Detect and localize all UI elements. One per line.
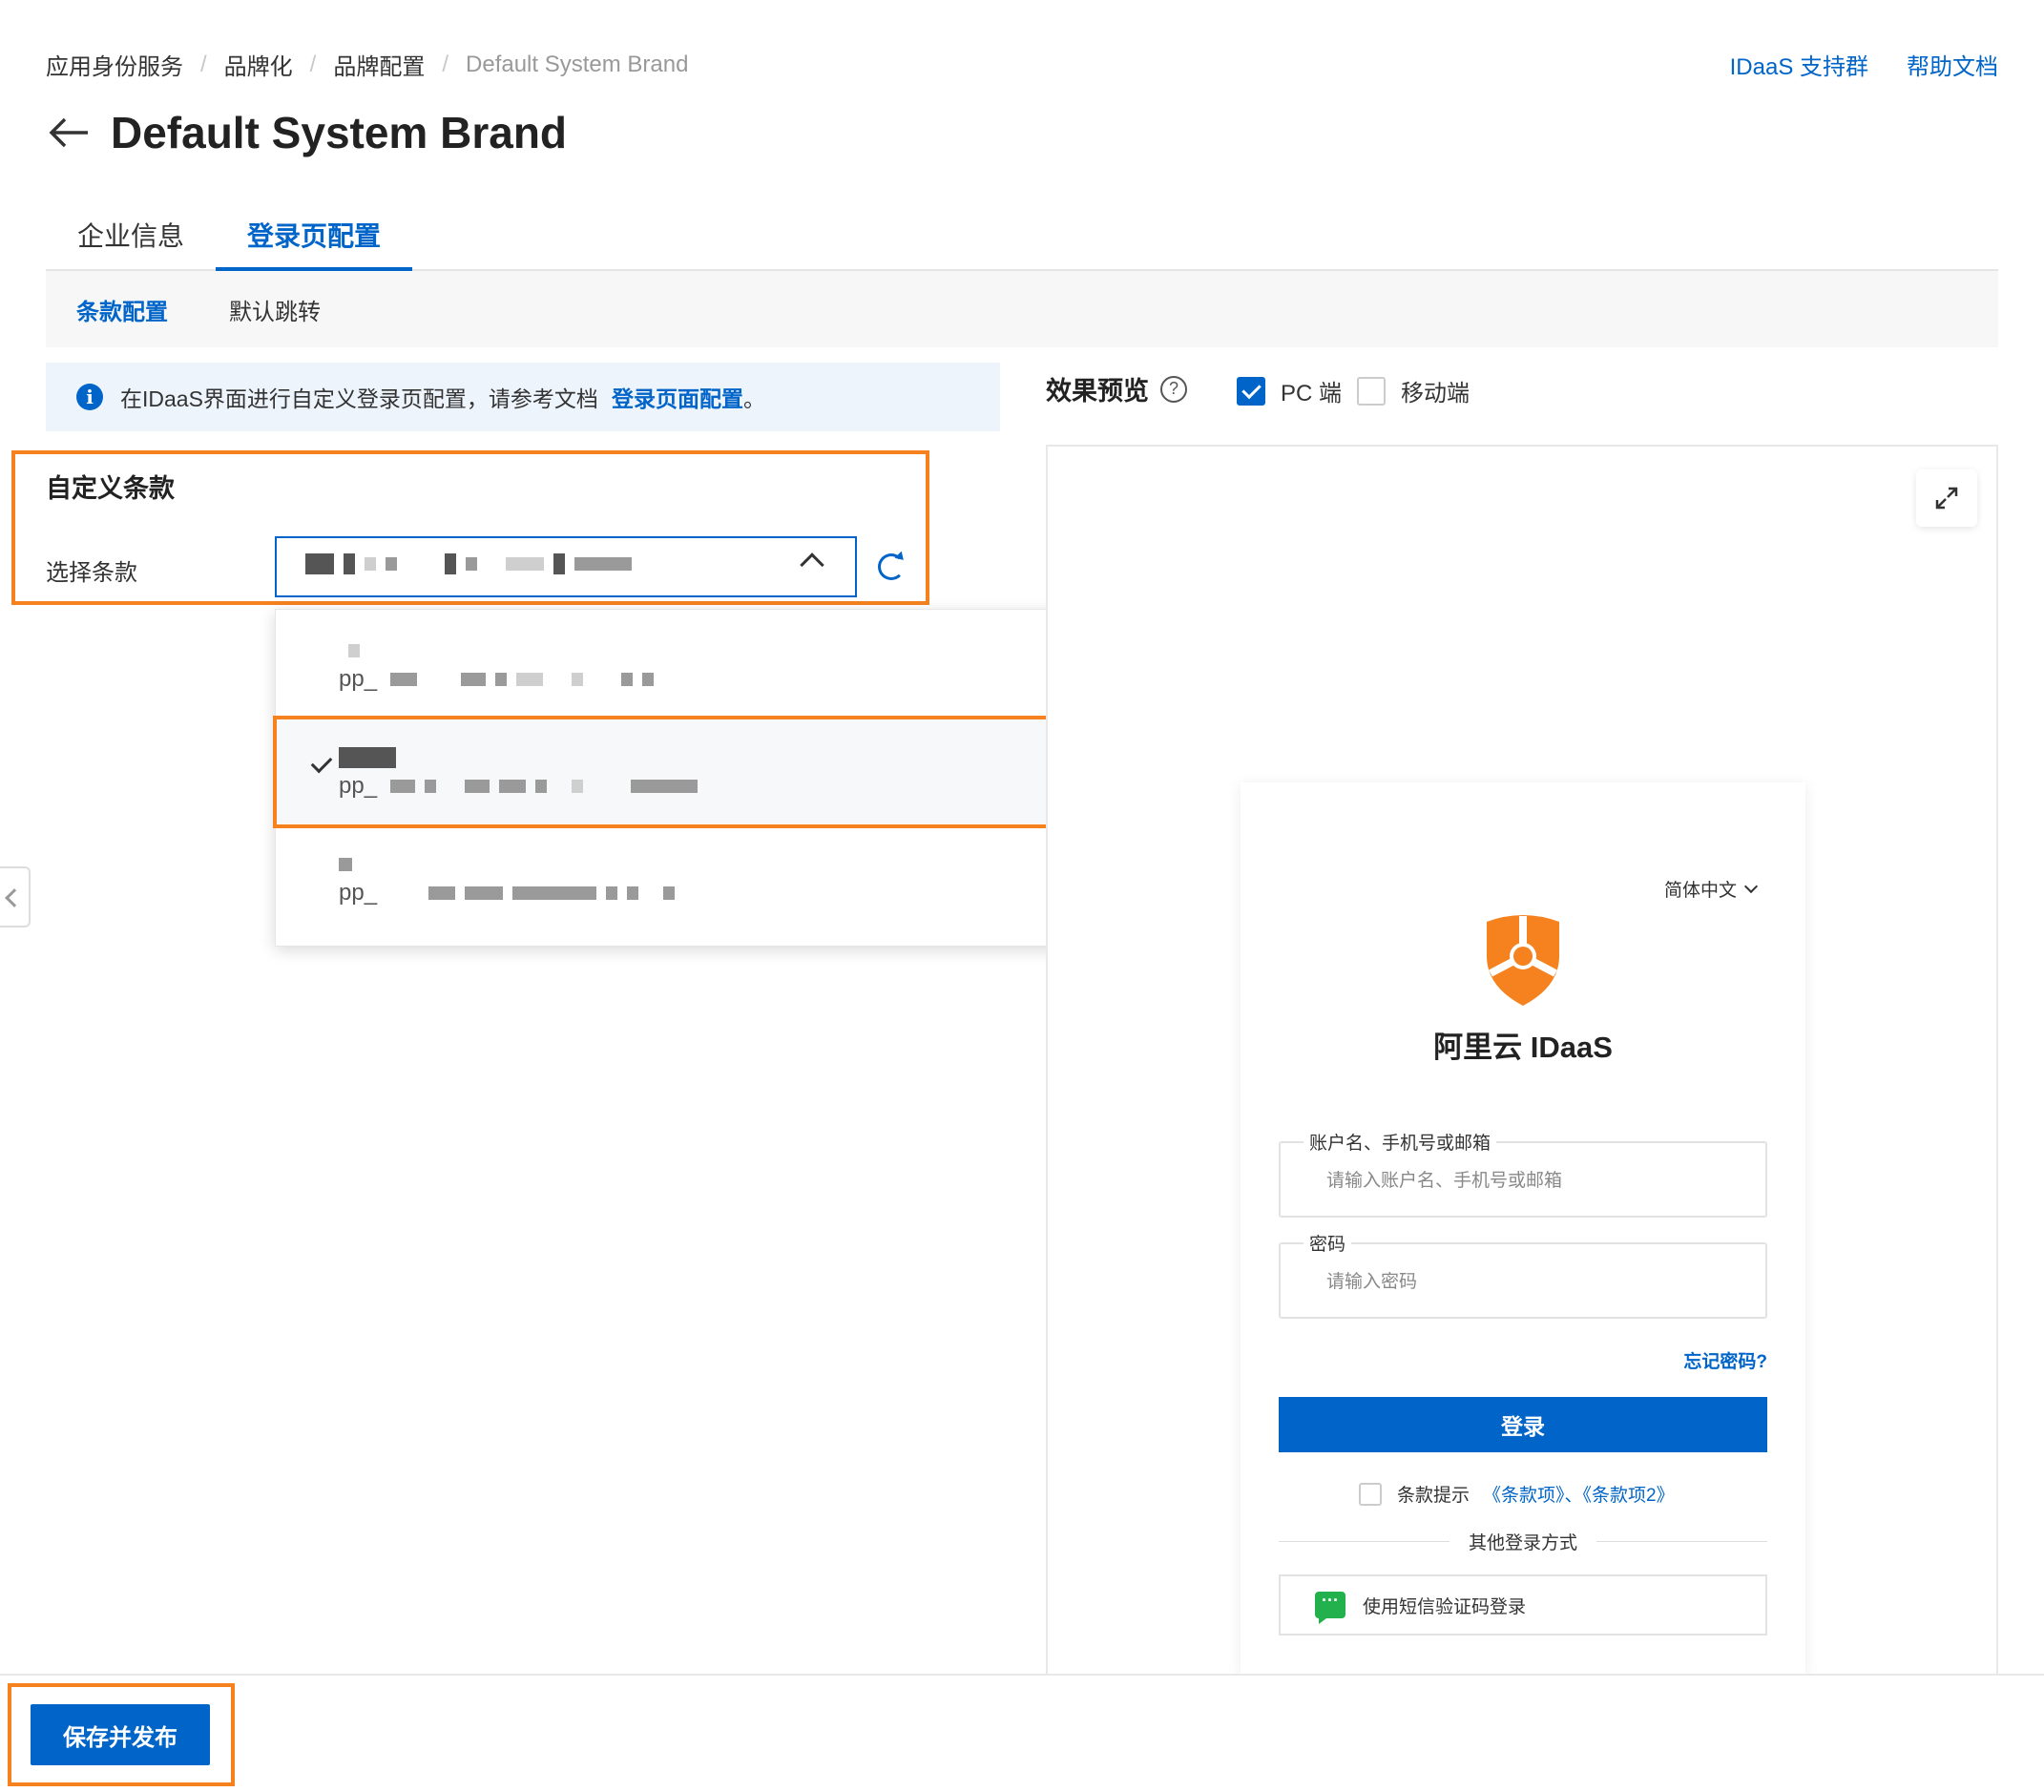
mobile-checkbox[interactable] xyxy=(1357,376,1387,406)
info-icon: i xyxy=(76,384,103,410)
question-circle-icon[interactable]: ? xyxy=(1160,375,1187,403)
page-title: Default System Brand xyxy=(111,108,568,157)
password-label: 密码 xyxy=(1304,1230,1352,1256)
chevron-left-icon xyxy=(5,888,24,907)
breadcrumb-item-current: Default System Brand xyxy=(466,51,689,77)
sub-tabs: 条款配置 默认跳转 xyxy=(46,271,1998,347)
subtab-terms-config[interactable]: 条款配置 xyxy=(76,293,168,326)
help-docs-link[interactable]: 帮助文档 xyxy=(1907,48,1998,81)
tab-enterprise-info[interactable]: 企业信息 xyxy=(46,202,216,271)
breadcrumb-item-brand-config[interactable]: 品牌配置 xyxy=(333,48,425,81)
breadcrumb-item-app-identity[interactable]: 应用身份服务 xyxy=(46,48,183,81)
highlight-custom-terms xyxy=(11,450,929,605)
collapse-sidebar-handle[interactable] xyxy=(0,866,31,927)
breadcrumb-separator: / xyxy=(442,51,449,77)
chevron-down-icon xyxy=(1743,879,1759,893)
main-tabs: 企业信息 登录页配置 xyxy=(46,202,1998,271)
preview-title: 效果预览 xyxy=(1046,377,1149,406)
account-placeholder: 请输入账户名、手机号或邮箱 xyxy=(1326,1171,1563,1191)
sms-chat-icon: ··· xyxy=(1315,1592,1345,1624)
top-links: IDaaS 支持群 帮助文档 xyxy=(1730,48,1998,81)
password-field[interactable]: 密码 请输入密码 xyxy=(1279,1230,1767,1319)
option-id-prefix: pp_ xyxy=(339,880,378,906)
forgot-password-link[interactable]: 忘记密码? xyxy=(1683,1347,1767,1373)
pc-label: PC 端 xyxy=(1281,381,1343,406)
language-label: 简体中文 xyxy=(1664,881,1738,901)
preview-mode-toggles: PC 端 移动端 xyxy=(1237,374,1470,407)
password-placeholder: 请输入密码 xyxy=(1326,1272,1418,1292)
subtab-default-redirect[interactable]: 默认跳转 xyxy=(229,293,321,326)
other-login-label: 其他登录方式 xyxy=(1469,1533,1578,1553)
option-id-prefix: pp_ xyxy=(339,666,378,692)
account-label: 账户名、手机号或邮箱 xyxy=(1304,1129,1497,1155)
info-text: 在IDaaS界面进行自定义登录页配置，请参考文档 xyxy=(120,386,598,411)
terms-agreement: 条款提示 《条款项》、《条款项2》 xyxy=(1359,1481,1675,1507)
language-selector[interactable]: 简体中文 xyxy=(1664,876,1759,902)
account-field[interactable]: 账户名、手机号或邮箱 请输入账户名、手机号或邮箱 xyxy=(1279,1129,1767,1218)
mobile-label: 移动端 xyxy=(1401,381,1470,406)
highlight-selected-option xyxy=(273,716,1109,828)
pc-checkbox[interactable] xyxy=(1237,376,1265,406)
sms-login-button[interactable]: ··· 使用短信验证码登录 xyxy=(1279,1574,1767,1636)
terms-prefix: 条款提示 xyxy=(1397,1486,1470,1506)
highlight-save-button xyxy=(8,1683,235,1786)
footer-bar xyxy=(0,1674,2044,1792)
brand-logo xyxy=(1487,915,1559,1006)
breadcrumb-separator: / xyxy=(200,51,207,77)
login-page-config-doc-link[interactable]: 登录页面配置 xyxy=(612,381,743,413)
terms-option[interactable]: pp_ xyxy=(276,610,1108,717)
terms-checkbox[interactable] xyxy=(1359,1482,1382,1506)
breadcrumb-separator: / xyxy=(309,51,317,77)
back-arrow-icon[interactable] xyxy=(46,114,92,152)
expand-icon[interactable] xyxy=(1916,469,1977,527)
page-header: Default System Brand xyxy=(46,107,567,158)
info-suffix: 。 xyxy=(742,386,765,411)
breadcrumb: 应用身份服务 / 品牌化 / 品牌配置 / Default System Bra… xyxy=(46,48,688,81)
login-button[interactable]: 登录 xyxy=(1279,1397,1767,1452)
support-group-link[interactable]: IDaaS 支持群 xyxy=(1730,48,1868,81)
sms-login-label: 使用短信验证码登录 xyxy=(1363,1596,1527,1617)
divider-line xyxy=(1596,1541,1768,1542)
info-banner: i 在IDaaS界面进行自定义登录页配置，请参考文档 登录页面配置 。 xyxy=(46,363,1000,431)
divider-line xyxy=(1279,1541,1450,1542)
breadcrumb-item-branding[interactable]: 品牌化 xyxy=(224,48,293,81)
other-login-divider: 其他登录方式 xyxy=(1279,1529,1768,1554)
terms-option[interactable]: pp_ xyxy=(276,823,1108,930)
preview-header: 效果预览 ? xyxy=(1046,370,1187,407)
terms-links[interactable]: 《条款项》、《条款项2》 xyxy=(1483,1481,1675,1507)
brand-name: 阿里云 IDaaS xyxy=(1433,1031,1613,1064)
tab-login-page-config[interactable]: 登录页配置 xyxy=(216,202,413,271)
